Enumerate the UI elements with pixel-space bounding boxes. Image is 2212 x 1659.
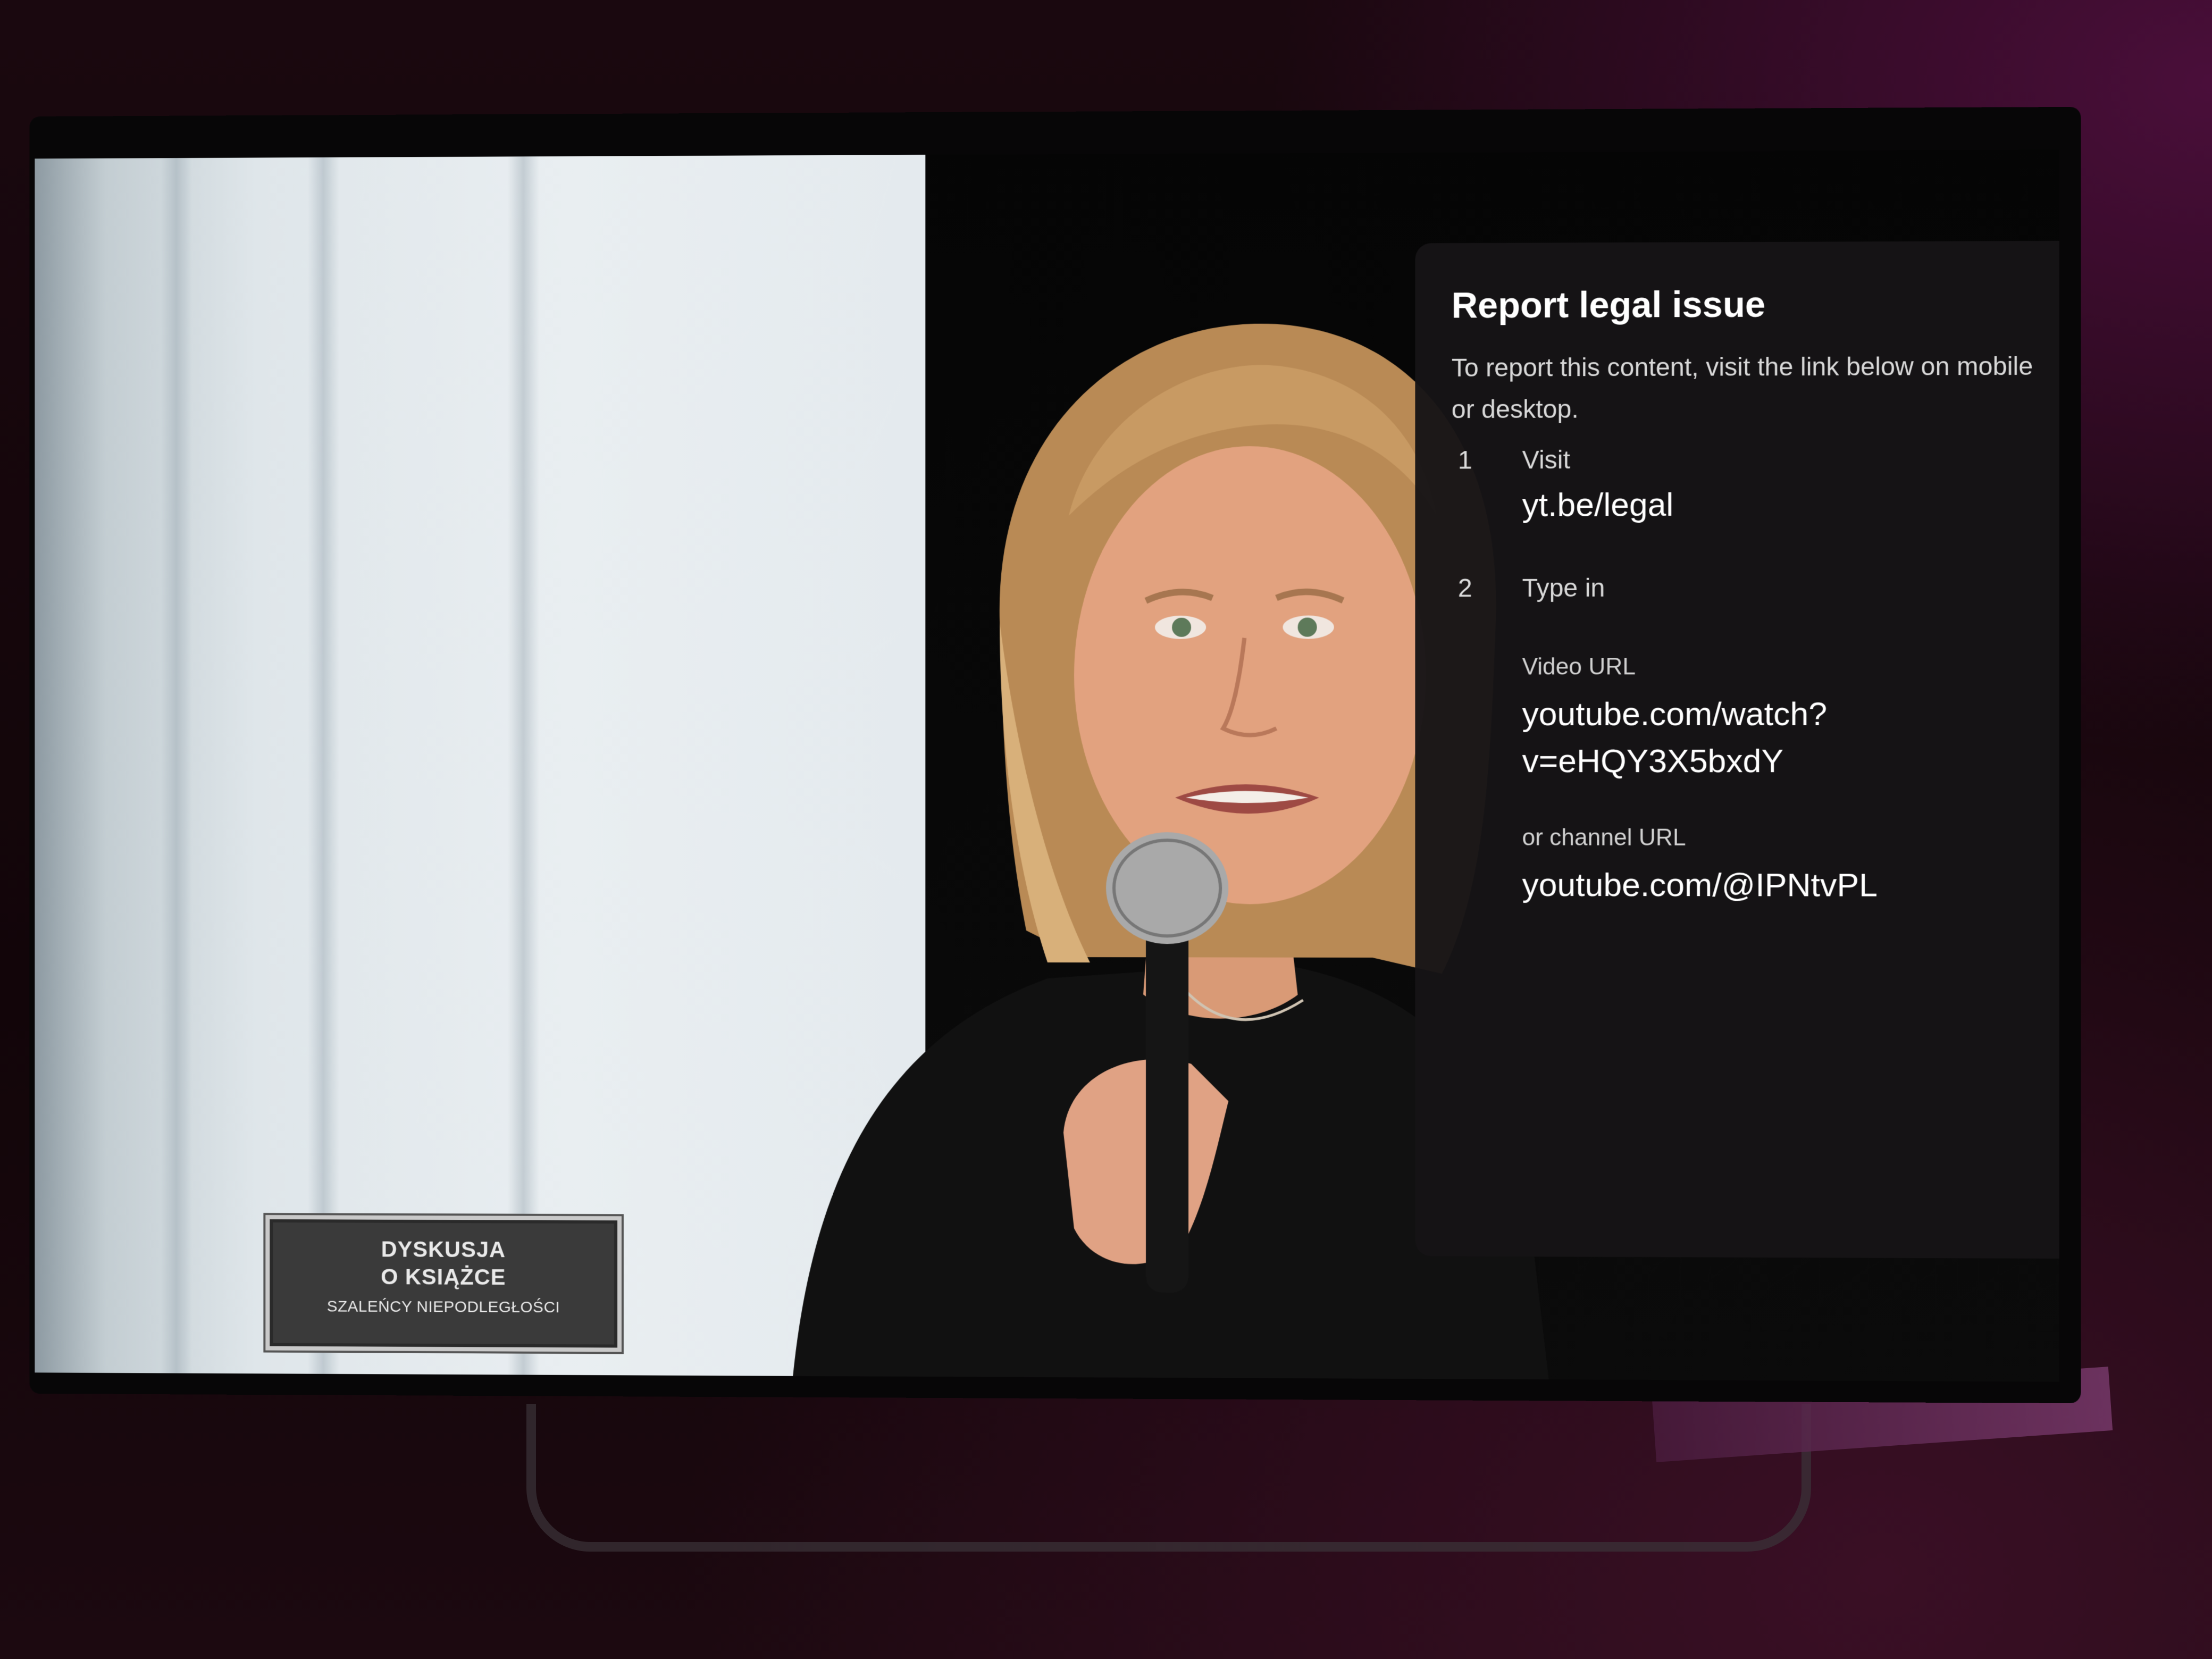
report-legal-issue-panel: Report legal issue To report this conten… [1415,240,2059,1259]
panel-description: To report this content, visit the link b… [1451,352,2033,424]
curtain-fold [160,158,192,1373]
video-caption-plate: DYSKUSJA O KSIĄŻCE SZALEŃCY NIEPODLEGŁOŚ… [263,1213,624,1354]
step-1-label: Visit [1522,446,1570,475]
caption-title-line1: DYSKUSJA [381,1236,506,1262]
video-url-label: Video URL [1522,653,1636,680]
video-url-line1: youtube.com/watch? [1522,696,1828,733]
curtain-fold [307,157,339,1374]
curtain-fold [507,156,540,1375]
step-2-number: 2 [1457,574,1472,603]
panel-title: Report legal issue [1451,284,1765,326]
caption-title: DYSKUSJA O KSIĄŻCE [270,1235,617,1292]
tv-stand [526,1404,1811,1552]
legal-link: yt.be/legal [1522,486,1674,524]
step-2-label: Type in [1522,574,1605,603]
video-frame: Report legal issue To report this conten… [793,149,2059,1382]
channel-url: youtube.com/@IPNtvPL [1522,866,1878,904]
tv-bezel: DYSKUSJA O KSIĄŻCE SZALEŃCY NIEPODLEGŁOŚ… [29,106,2081,1404]
caption-title-line2: O KSIĄŻCE [381,1264,506,1290]
video-url-line2: v=eHQY3X5bxdY [1522,742,1784,780]
channel-url-label: or channel URL [1522,824,1686,851]
tv-screen: DYSKUSJA O KSIĄŻCE SZALEŃCY NIEPODLEGŁOŚ… [35,149,2059,1382]
caption-subtitle: SZALEŃCY NIEPODLEGŁOŚCI [326,1297,560,1317]
step-1-number: 1 [1457,446,1472,475]
